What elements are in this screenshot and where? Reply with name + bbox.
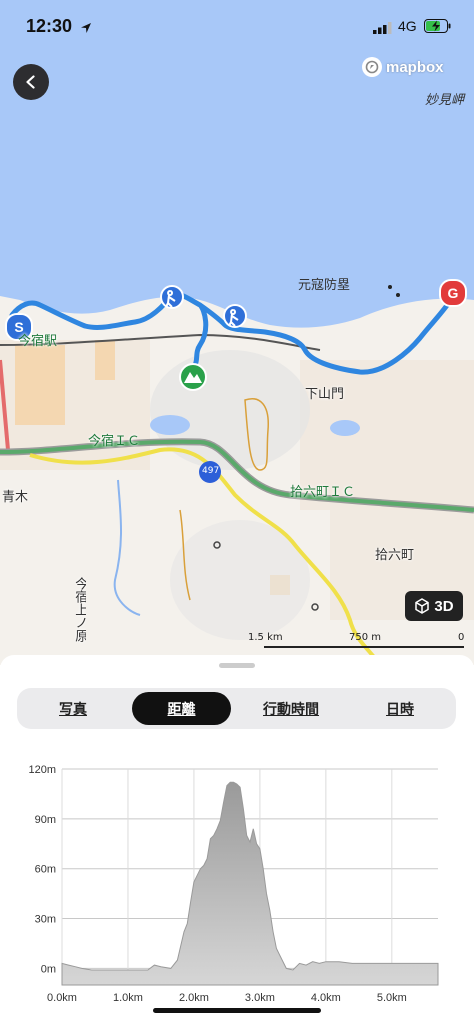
scale-line [264, 646, 464, 648]
back-button[interactable] [13, 64, 49, 100]
label-kamino: 今宿上ノ原 [72, 577, 87, 642]
y-tick-label: 60m [35, 864, 56, 876]
x-tick-label: 3.0km [245, 992, 275, 1004]
scale-mid-label: 750 m [349, 632, 382, 643]
x-tick-label: 1.0km [113, 992, 143, 1004]
tab-date[interactable]: 日時 [351, 688, 449, 729]
tab-activity-time-label: 行動時間 [263, 701, 319, 718]
y-tick-label: 90m [35, 814, 56, 826]
tab-date-label: 日時 [386, 701, 414, 718]
y-tick-label: 120m [28, 764, 56, 776]
location-arrow-icon [81, 23, 91, 33]
goal-marker[interactable]: G [439, 279, 467, 307]
label-ic-imajuku: 今宿ＩＣ [88, 434, 141, 449]
tab-activity-time[interactable]: 行動時間 [241, 688, 341, 729]
label-aoki: 青木 [2, 490, 29, 505]
hill-shade [150, 350, 310, 470]
scale-right-label: 0 [458, 632, 465, 643]
label-wall: 元寇防塁 [298, 278, 351, 293]
x-tick-label: 4.0km [311, 992, 341, 1004]
label-jurokucho: 拾六町 [375, 548, 415, 563]
chevron-left-icon [26, 75, 35, 89]
scale-bar: 1.5 km 750 m 0 [248, 632, 465, 652]
map-base [0, 0, 474, 665]
pond [330, 420, 360, 436]
mapbox-attribution[interactable]: mapbox [362, 56, 444, 78]
hiker-marker [160, 285, 184, 309]
y-tick-label: 0m [41, 963, 56, 975]
status-bar: 12:30 4G [0, 0, 474, 58]
cellular-signal-icon [373, 22, 392, 34]
cube-icon [415, 598, 430, 614]
x-tick-label: 0.0km [47, 992, 77, 1004]
label-cape: 妙見岬 [425, 93, 465, 108]
network-type: 4G [398, 18, 417, 34]
label-station: 今宿駅 [18, 334, 58, 349]
label-ic-jurokucho: 拾六町ＩＣ [290, 485, 356, 500]
tab-distance-label: 距離 [167, 701, 196, 718]
3d-button-label: 3D [434, 597, 454, 615]
x-tick-label: 5.0km [377, 992, 407, 1004]
river [113, 479, 141, 616]
scale-left-label: 1.5 km [248, 632, 283, 643]
battery-charging-icon [424, 19, 451, 33]
tab-photo[interactable]: 写真 [25, 688, 121, 729]
x-tick-label: 2.0km [179, 992, 209, 1004]
label-shimoyamato: 下山門 [305, 387, 345, 402]
3d-toggle-button[interactable]: 3D [405, 591, 463, 621]
mapbox-logo-icon [362, 57, 382, 77]
orange-block [15, 345, 65, 425]
home-indicator [153, 1008, 321, 1013]
elevation-chart: 0m 30m 60m 90m 120m 0.0km 1.0km 2.0km 3.0km 4.0k… [28, 764, 439, 1004]
elevation-area [61, 781, 439, 986]
tab-distance[interactable]: 距離 [132, 692, 231, 725]
segmented-control: 写真 距離 行動時間 日時 [17, 688, 456, 729]
pond [150, 415, 190, 435]
y-tick-label: 30m [35, 914, 56, 926]
route-number: 497 [202, 466, 220, 476]
goal-marker-label: G [447, 285, 459, 301]
orange-block [95, 340, 115, 380]
sheet-grabber[interactable] [219, 663, 255, 668]
hiker-marker [223, 304, 247, 328]
map-view[interactable]: S G 497 妙見岬 元寇防塁 今宿駅 下山門 今宿ＩＣ 拾六町ＩＣ 拾六町 … [0, 0, 474, 665]
status-time: 12:30 [26, 16, 73, 36]
mapbox-label: mapbox [386, 58, 444, 76]
tab-photo-label: 写真 [59, 701, 87, 718]
